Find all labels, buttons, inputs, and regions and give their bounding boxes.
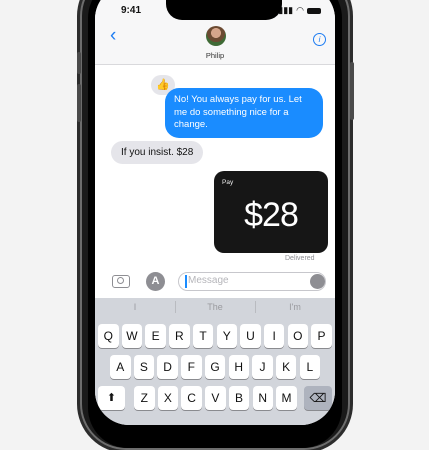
key-n[interactable]: N [252, 386, 273, 410]
key-f[interactable]: F [181, 355, 202, 379]
key-m[interactable]: M [276, 386, 297, 410]
phone-screen: 9:41 ▮▮▮ ◠ ‹ Philip i 👍 No! You always p… [95, 0, 335, 425]
mic-icon[interactable] [310, 274, 325, 289]
message-placeholder: Message [188, 275, 229, 286]
camera-lens [117, 277, 124, 284]
key-c[interactable]: C [181, 386, 202, 410]
battery-icon [307, 7, 321, 14]
incoming-message-bubble[interactable]: If you insist. $28 [111, 141, 204, 164]
delivered-status: Delivered [285, 255, 315, 262]
suggestion-2[interactable]: The [175, 298, 255, 316]
key-q[interactable]: Q [98, 324, 119, 348]
key-z[interactable]: Z [134, 386, 155, 410]
key-o[interactable]: O [287, 324, 309, 348]
outgoing-message-bubble[interactable]: No! You always pay for us. Let me do som… [165, 88, 323, 138]
delete-icon[interactable]: ⌫ [304, 386, 332, 410]
key-h[interactable]: H [228, 355, 249, 379]
apple-pay-text: Pay [222, 179, 234, 186]
key-l[interactable]: L [299, 355, 321, 379]
status-time: 9:41 [121, 5, 142, 16]
text-cursor [185, 275, 187, 288]
key-x[interactable]: X [157, 386, 179, 410]
key-k[interactable]: K [275, 355, 297, 379]
back-chevron-icon[interactable]: ‹ [110, 26, 116, 45]
key-y[interactable]: Y [216, 324, 237, 348]
side-button [350, 62, 354, 120]
key-s[interactable]: S [133, 355, 155, 379]
key-t[interactable]: T [192, 324, 214, 348]
key-e[interactable]: E [145, 324, 166, 348]
suggestion-3[interactable]: I'm [255, 298, 335, 316]
notch [166, 0, 282, 20]
volume-up-button [77, 52, 81, 74]
suggestion-1[interactable]: I [95, 298, 175, 316]
payment-amount: $28 [244, 196, 299, 234]
key-b[interactable]: B [228, 386, 250, 410]
key-v[interactable]: V [205, 386, 226, 410]
shift-icon[interactable]: ⬆ [98, 386, 125, 410]
key-w[interactable]: W [121, 324, 143, 348]
contact-name[interactable]: Philip [95, 51, 335, 60]
wifi-icon: ◠ [296, 5, 304, 15]
key-p[interactable]: P [311, 324, 332, 348]
apple-pay-card[interactable]: Pay $28 [214, 171, 328, 253]
status-icons: ▮▮▮ ◠ [278, 5, 321, 16]
contact-avatar[interactable] [206, 26, 226, 46]
key-r[interactable]: R [169, 324, 190, 348]
key-a[interactable]: A [110, 355, 131, 379]
volume-down-button [77, 84, 81, 122]
info-icon[interactable]: i [313, 33, 326, 46]
apple-pay-label: Pay [222, 179, 233, 186]
app-store-icon[interactable]: A [146, 272, 165, 291]
key-i[interactable]: I [263, 324, 285, 348]
key-j[interactable]: J [252, 355, 273, 379]
key-g[interactable]: G [204, 355, 226, 379]
key-d[interactable]: D [157, 355, 178, 379]
key-u[interactable]: U [240, 324, 261, 348]
